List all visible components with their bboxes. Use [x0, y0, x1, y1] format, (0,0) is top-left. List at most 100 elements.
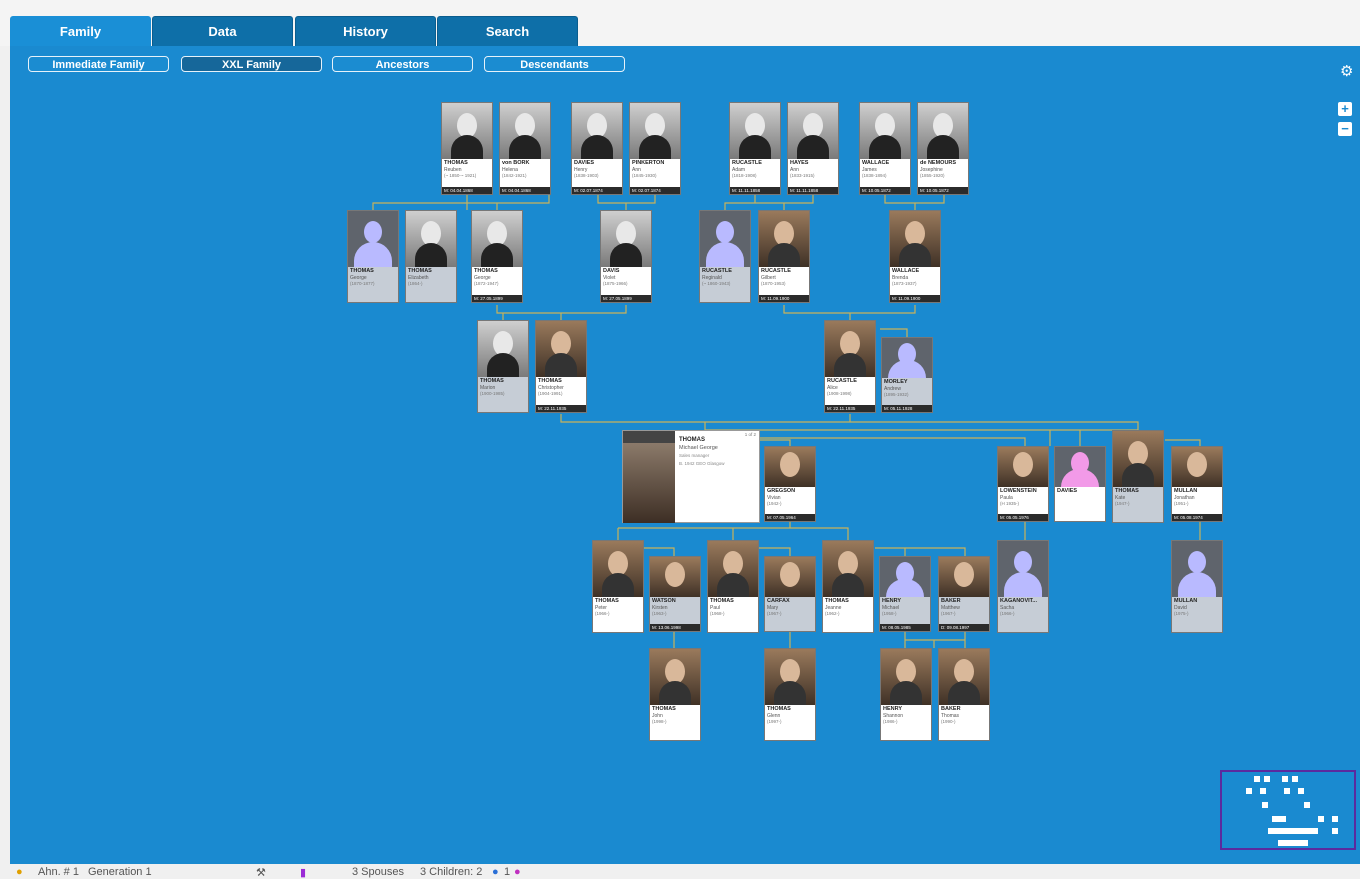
minimap-node — [1254, 776, 1260, 782]
person-card[interactable]: THOMAS George (1872-1947) M: 27.05.1899 — [471, 210, 523, 303]
minimap-node — [1284, 788, 1290, 794]
person-surname: THOMAS — [538, 378, 562, 384]
family-tree-canvas[interactable]: Immediate Family XXL Family Ancestors De… — [10, 46, 1360, 864]
marriage-date: M: 10.05.1872 — [918, 187, 968, 194]
person-surname: THOMAS — [710, 598, 734, 604]
person-card[interactable]: THOMAS Jeanne (1962-) — [822, 540, 874, 633]
person-card[interactable]: RUCASTLE Reginald (~ 1860-1943) — [699, 210, 751, 303]
person-surname: WALLACE — [892, 268, 920, 274]
minimap-node — [1264, 776, 1270, 782]
person-surname: de NEMOURS — [920, 160, 957, 166]
person-card[interactable]: WALLACE Brenda (1873-1937) M: 11.09.1900 — [889, 210, 941, 303]
person-years: (1958-) — [882, 611, 897, 616]
minimap-node — [1272, 816, 1286, 822]
person-surname: HAYES — [790, 160, 809, 166]
person-years: (1875-1966) — [603, 281, 628, 286]
person-surname: MULLAN — [1174, 488, 1198, 494]
person-surname: THOMAS — [595, 598, 619, 604]
person-card[interactable]: BAKER Thomas (1990-) — [938, 648, 990, 741]
person-card[interactable]: HAYES Ann (1833-1915) M: 11.11.1858 — [787, 102, 839, 195]
person-years: (1870-1877) — [350, 281, 375, 286]
person-card[interactable]: MORLEY Andrew (1895-1932) M: 05.11.1928 — [881, 337, 933, 413]
marriage-date: M: 27.05.1899 — [472, 295, 522, 302]
person-card[interactable]: PINKERTON Ann (1845-1930) M: 02.07.1874 — [629, 102, 681, 195]
person-card[interactable]: HENRY Shannon (1986-) — [880, 648, 932, 741]
person-card[interactable]: THOMAS Marion (1900-1985) — [477, 320, 529, 413]
person-surname: WALLACE — [862, 160, 890, 166]
marriage-date: M: 07.05.1964 — [765, 514, 815, 521]
person-years: (1962-) — [825, 611, 840, 616]
person-surname: DAVIS — [603, 268, 620, 274]
minimap-node — [1262, 802, 1268, 808]
person-card[interactable]: THOMAS Christopher (1904-1991) M: 22.11.193… — [535, 320, 587, 413]
person-years: (1872-1947) — [474, 281, 499, 286]
person-surname: KAGANOVIT... — [1000, 598, 1037, 604]
person-years: (1968-) — [710, 611, 725, 616]
person-card[interactable]: HENRY Michael (1958-) M: 08.05.1985 — [879, 556, 931, 632]
marriage-date: M: 04.04.1868 — [442, 187, 492, 194]
person-card[interactable]: THOMAS Paul (1968-) — [707, 540, 759, 633]
person-surname: WATSON — [652, 598, 676, 604]
person-card[interactable]: LOWENSTEIN Paula (H 1935-) M: 05.05.1976 — [997, 446, 1049, 522]
person-card[interactable]: GREGSON Vivian (1942-) M: 07.05.1964 — [764, 446, 816, 522]
marriage-date: M: 11.09.1900 — [759, 295, 809, 302]
person-years: (~ 1850-~ 1921) — [444, 173, 477, 178]
person-card[interactable]: THOMAS Peter (1966-) — [592, 540, 644, 633]
person-surname: MULLAN — [1174, 598, 1198, 604]
tab-data[interactable]: Data — [152, 16, 293, 46]
person-years: (1990-) — [941, 719, 956, 724]
person-years: (H 1935-) — [1000, 501, 1020, 506]
main-card-header — [623, 431, 675, 443]
person-surname: PINKERTON — [632, 160, 665, 166]
marriage-date: M: 08.05.1985 — [880, 624, 930, 631]
person-card[interactable]: MULLAN David (1975-) — [1171, 540, 1223, 633]
person-card[interactable]: THOMAS Glenn (1997-) — [764, 648, 816, 741]
person-surname: RUCASTLE — [761, 268, 791, 274]
person-card[interactable]: RUCASTLE Adam (1818-1908) M: 11.11.1858 — [729, 102, 781, 195]
person-card[interactable]: WALLACE James (1838-1894) M: 10.05.1872 — [859, 102, 911, 195]
person-card[interactable]: von BORK Helena (1842-1921) M: 04.04.1868 — [499, 102, 551, 195]
person-card[interactable]: THOMAS Reuben (~ 1850-~ 1921) M: 04.04.1868 — [441, 102, 493, 195]
tab-history[interactable]: History — [295, 16, 436, 46]
person-card[interactable]: THOMAS George (1870-1877) — [347, 210, 399, 303]
person-surname: THOMAS — [350, 268, 374, 274]
person-years: (1838-1894) — [862, 173, 887, 178]
person-card[interactable]: KAGANOVIT... Sacha (1966-) — [997, 540, 1049, 633]
person-surname: THOMAS — [444, 160, 468, 166]
minimap-node — [1304, 802, 1310, 808]
person-years: (1838-1903) — [574, 173, 599, 178]
person-card[interactable]: THOMAS John (1998-) — [649, 648, 701, 741]
tab-search[interactable]: Search — [437, 16, 578, 46]
person-years: (1833-1915) — [790, 173, 815, 178]
minimap[interactable] — [1220, 770, 1356, 850]
main-person-card[interactable]: 1 of 2 THOMAS Michael George Sales manag… — [622, 430, 760, 523]
person-card[interactable]: RUCASTLE Alice (1908-1998) M: 22.11.1935 — [824, 320, 876, 413]
person-surname: THOMAS — [825, 598, 849, 604]
marriage-date: M: 13.06.1998 — [650, 624, 700, 631]
record-index: 1 of 2 — [744, 432, 756, 437]
person-years: (1895-1932) — [884, 392, 909, 397]
main-person-photo — [623, 443, 675, 523]
person-card[interactable]: DAVIES Henry (1838-1903) M: 02.07.1874 — [571, 102, 623, 195]
person-card[interactable]: THOMAS Elizabeth (1864-) — [405, 210, 457, 303]
person-card[interactable]: THOMAS Kate (1947-) — [1112, 430, 1164, 523]
marriage-date: M: 22.11.1935 — [536, 405, 586, 412]
tab-family[interactable]: Family — [10, 16, 151, 46]
person-card[interactable]: de NEMOURS Josephine (1855-1920) M: 10.05.1… — [917, 102, 969, 195]
person-card[interactable]: DAVIS Violet (1875-1966) M: 27.05.1899 — [600, 210, 652, 303]
minimap-node — [1268, 828, 1318, 834]
person-card[interactable]: MULLAN Jonathan (1951-) M: 05.08.1974 — [1171, 446, 1223, 522]
person-card[interactable]: WATSON Kirsten (1963-) M: 13.06.1998 — [649, 556, 701, 632]
marriage-date: D: 09.08.1997 — [939, 624, 989, 631]
person-years: (1966-) — [595, 611, 610, 616]
minimap-node — [1298, 788, 1304, 794]
person-card[interactable]: CARFAX Mary (1967-) — [764, 556, 816, 632]
marriage-date: M: 02.07.1874 — [572, 187, 622, 194]
person-card[interactable]: BAKER Matthew (1967-) D: 09.08.1997 — [938, 556, 990, 632]
person-icon: ● — [16, 866, 23, 878]
person-years: (1998-) — [652, 719, 667, 724]
marriage-date: M: 11.09.1900 — [890, 295, 940, 302]
person-occupation: Sales manager — [679, 453, 710, 458]
person-card[interactable]: RUCASTLE Gilbert (1870-1953) M: 11.09.1900 — [758, 210, 810, 303]
person-card[interactable]: DAVIES — [1054, 446, 1106, 522]
